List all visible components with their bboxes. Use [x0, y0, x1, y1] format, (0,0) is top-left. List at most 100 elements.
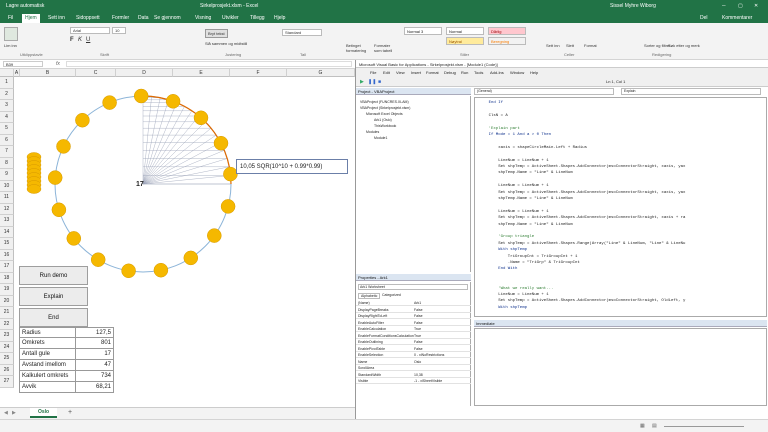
- tab-addins[interactable]: Tillegg: [250, 15, 265, 21]
- tree-excel-objects[interactable]: Microsoft Excel Objects: [366, 112, 403, 116]
- style-calculation[interactable]: Beregning: [488, 37, 526, 45]
- vbe-menu-insert[interactable]: Insert: [411, 70, 421, 75]
- property-value[interactable]: False: [414, 314, 423, 318]
- tab-help[interactable]: Hjelp: [274, 15, 285, 21]
- pause-icon[interactable]: ❚❚: [368, 79, 376, 85]
- vbe-menu-file[interactable]: File: [370, 70, 376, 75]
- property-value[interactable]: -1 - xlSheetVisible: [414, 379, 442, 383]
- add-sheet-button[interactable]: +: [68, 409, 72, 416]
- code-line[interactable]: End With: [479, 267, 517, 271]
- property-row[interactable]: DisplayRightToLeft False: [356, 313, 471, 319]
- tab-page-layout[interactable]: Sidoppsett: [76, 15, 100, 21]
- code-line[interactable]: xaxis = shapeCircleMain.Left + Radius: [479, 146, 587, 150]
- property-row[interactable]: EnableCalculation True: [356, 326, 471, 332]
- property-row[interactable]: DisplayPageBreaks False: [356, 307, 471, 313]
- code-line[interactable]: 'What we really want...: [479, 287, 553, 291]
- property-value[interactable]: Oslo: [414, 360, 421, 364]
- formula-input[interactable]: [66, 61, 352, 67]
- tab-insert[interactable]: Sett inn: [48, 15, 65, 21]
- stats-row[interactable]: Kalkulert omkrets 734: [19, 371, 114, 382]
- autosave-label[interactable]: Lagre automatisk: [6, 3, 44, 9]
- close-icon[interactable]: ✕: [754, 3, 758, 9]
- run-demo-button[interactable]: Run demo: [19, 266, 88, 285]
- tab-developer[interactable]: Utvikler: [222, 15, 239, 21]
- wrap-text-button[interactable]: Bryt tekst: [205, 29, 228, 38]
- code-line[interactable]: With shpTemp: [479, 248, 527, 252]
- tab-review[interactable]: Se gjennom: [154, 15, 181, 21]
- property-value[interactable]: False: [414, 308, 423, 312]
- fx-icon[interactable]: fx: [56, 61, 60, 67]
- vbe-menu-edit[interactable]: Edit: [383, 70, 390, 75]
- worksheet[interactable]: A B C D E F G 1 2 3 4 5 6 7 8 9 10 11 12 13 14 15 16 17 1…: [0, 69, 355, 407]
- format-cells-button[interactable]: Format: [584, 43, 597, 48]
- underline-button[interactable]: U: [86, 37, 90, 43]
- event-dropdown[interactable]: Explain: [621, 88, 761, 95]
- style-normal3[interactable]: Normal 3: [404, 27, 442, 35]
- property-value[interactable]: False: [414, 347, 423, 351]
- code-line[interactable]: shpTemp.Name = "Line" & LineNum: [479, 197, 572, 201]
- zoom-slider[interactable]: [664, 426, 744, 427]
- stats-row[interactable]: Avvik 68,21: [19, 382, 114, 393]
- style-neutral[interactable]: Nøytral: [446, 37, 484, 45]
- scroll-left-icon[interactable]: ◀: [4, 410, 8, 416]
- stop-icon[interactable]: ■: [378, 79, 381, 85]
- tree-module1[interactable]: Module1: [374, 136, 387, 140]
- code-line[interactable]: Set shpTemp = ActiveSheet.Shapes.AddConn…: [479, 165, 685, 169]
- vbe-menu-debug[interactable]: Debug: [444, 70, 456, 75]
- property-value[interactable]: 0 - xlNoRestrictions: [414, 353, 444, 357]
- code-line[interactable]: 'Explain part: [479, 127, 520, 131]
- code-line[interactable]: TriGroupCnt = TriGroupCnt + 1: [479, 255, 578, 259]
- formula-textbox[interactable]: 10,05 SQR(10^10 + 0.99*0.99): [236, 159, 348, 174]
- run-icon[interactable]: ▶: [360, 79, 364, 85]
- stats-row[interactable]: Avstand imellom 47: [19, 360, 114, 371]
- number-format-select[interactable]: Standard: [282, 29, 322, 36]
- paste-button[interactable]: Lim inn: [4, 43, 17, 48]
- code-line[interactable]: With shpTemp: [479, 306, 527, 310]
- style-bad[interactable]: Dårlig: [488, 27, 526, 35]
- italic-button[interactable]: K: [78, 37, 82, 43]
- delete-cells-button[interactable]: Slett: [566, 43, 574, 48]
- property-row[interactable]: StandardWidth 10,38: [356, 372, 471, 378]
- vbe-menu-tools[interactable]: Tools: [474, 70, 483, 75]
- code-line[interactable]: If Mode = 1 And a > 0 Then: [479, 133, 551, 137]
- tab-formulas[interactable]: Formler: [112, 15, 129, 21]
- user-name[interactable]: Sissel Myhre Wiborg: [610, 3, 656, 9]
- property-row[interactable]: EnablePivotTable False: [356, 346, 471, 352]
- properties-object-select[interactable]: Ark1 Worksheet: [358, 284, 468, 290]
- explain-button[interactable]: Explain: [19, 287, 88, 306]
- style-normal[interactable]: Normal: [446, 27, 484, 35]
- code-line[interactable]: LineNum = LineNum + 1: [479, 184, 548, 188]
- find-select-button[interactable]: Søk etter og merk: [668, 43, 700, 48]
- code-line[interactable]: 'Group triangle: [479, 235, 534, 239]
- tree-vbaproject[interactable]: VBAProject (Sirkelprosjekt.xlsm): [360, 106, 410, 110]
- stats-row[interactable]: Radius 127,5: [19, 327, 114, 338]
- code-line[interactable]: End If: [479, 101, 503, 105]
- comments-button[interactable]: Kommentarer: [722, 15, 752, 21]
- code-line[interactable]: .Name = "TriGrp" & TriGroupCnt: [479, 261, 580, 265]
- property-row[interactable]: Visible -1 - xlSheetVisible: [356, 378, 471, 384]
- property-value[interactable]: True: [414, 327, 421, 331]
- code-line[interactable]: Set shpTemp = ActiveSheet.Shapes.Range(A…: [479, 242, 685, 246]
- name-box[interactable]: B39: [3, 61, 43, 67]
- sort-filter-button[interactable]: Sorter og filtrer: [644, 43, 670, 48]
- tab-view[interactable]: Visning: [195, 15, 211, 21]
- tab-file[interactable]: Fil: [8, 15, 13, 21]
- code-line[interactable]: shpTemp.Name = "Line" & LineNum: [479, 171, 572, 175]
- font-size-select[interactable]: 10: [112, 27, 126, 34]
- tab-data[interactable]: Data: [138, 15, 149, 21]
- code-line[interactable]: LineNum = LineNum + 1: [479, 210, 548, 214]
- property-value[interactable]: 10,38: [414, 373, 423, 377]
- property-row[interactable]: EnableAutoFilter False: [356, 320, 471, 326]
- cond-format-button[interactable]: Betinget formatering: [346, 43, 368, 53]
- property-row[interactable]: Name Oslo: [356, 359, 471, 365]
- page-layout-icon[interactable]: ▤: [652, 423, 657, 429]
- bold-button[interactable]: F: [70, 37, 74, 43]
- end-button[interactable]: End: [19, 308, 88, 327]
- code-line[interactable]: shpTemp.Name = "Line" & LineNum: [479, 223, 572, 227]
- vbe-menu-window[interactable]: Window: [510, 70, 524, 75]
- sheet-tab-oslo[interactable]: Oslo: [30, 408, 58, 418]
- immediate-window[interactable]: [474, 328, 767, 406]
- property-row[interactable]: EnableFormatConditionsCalculation True: [356, 333, 471, 339]
- tree-thisworkbook[interactable]: ThisWorkbook: [374, 124, 396, 128]
- proc-dropdown[interactable]: (General): [474, 88, 614, 95]
